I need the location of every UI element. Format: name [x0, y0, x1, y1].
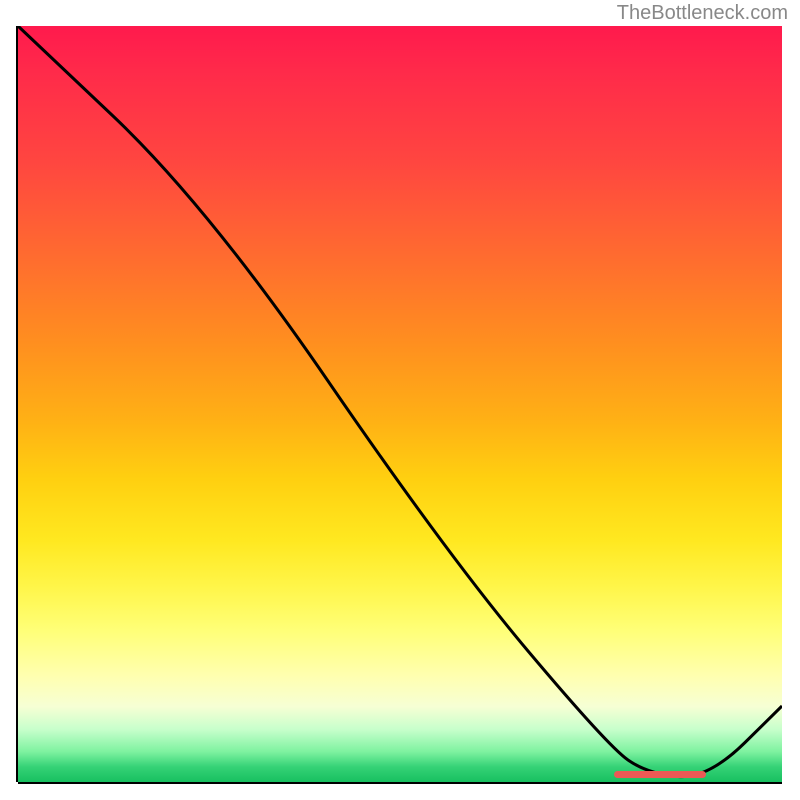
- attribution-text: TheBottleneck.com: [617, 2, 788, 25]
- curve-path: [18, 26, 782, 777]
- x-axis: [18, 782, 782, 784]
- plot-area: [18, 26, 782, 782]
- optimum-marker: [614, 771, 706, 778]
- bottleneck-curve: [18, 26, 782, 782]
